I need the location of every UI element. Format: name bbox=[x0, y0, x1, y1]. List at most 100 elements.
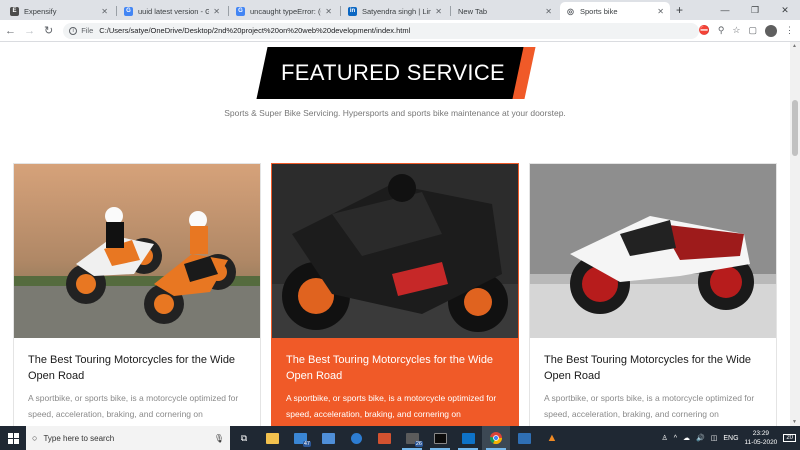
globe-favicon-icon: ◎ bbox=[566, 6, 575, 16]
browser-toolbar: ← → ↻ i File C:/Users/satye/OneDrive/Des… bbox=[0, 20, 800, 42]
back-arrow-icon[interactable]: ← bbox=[2, 25, 19, 37]
folder-icon bbox=[265, 432, 279, 444]
menu-kebab-icon[interactable]: ⋮ bbox=[785, 25, 794, 36]
service-card[interactable]: The Best Touring Motorcycles for the Wid… bbox=[13, 163, 261, 426]
tab-label: Sports bike bbox=[580, 6, 618, 16]
notification-count[interactable]: 20 bbox=[783, 434, 796, 442]
mail-button[interactable]: 47 bbox=[286, 426, 314, 450]
system-tray: ♙ ^ ☁ 🔊 ◫ ENG 23:29 11-05-2020 20 bbox=[661, 429, 800, 447]
mail-badge: 47 bbox=[302, 441, 311, 447]
close-tab-icon[interactable]: ✕ bbox=[657, 7, 664, 16]
vscode-button[interactable] bbox=[454, 426, 482, 450]
cloud-icon[interactable]: ☁ bbox=[683, 434, 690, 442]
featured-banner: FEATURED SERVICE bbox=[256, 47, 536, 99]
edge-button[interactable] bbox=[342, 426, 370, 450]
service-card-highlighted[interactable]: The Best Touring Motorcycles for the Wid… bbox=[271, 163, 519, 426]
files-badge: 26 bbox=[414, 441, 423, 447]
tab-sports-bike[interactable]: ◎ Sports bike ✕ bbox=[560, 2, 670, 20]
clock[interactable]: 23:29 11-05-2020 bbox=[745, 429, 778, 447]
ktm-bikes-image bbox=[14, 164, 260, 338]
windows-start-button[interactable] bbox=[0, 426, 26, 450]
volume-icon[interactable]: 🔊 bbox=[696, 434, 705, 442]
windows-taskbar: ○ Type here to search 🎙 ⧉ 47 26 ▲ ♙ ^ ☁ … bbox=[0, 426, 800, 450]
section-title: FEATURED SERVICE bbox=[280, 60, 506, 85]
card-description: A sportbike, or sports bike, is a motorc… bbox=[544, 393, 755, 419]
tab-divider bbox=[450, 6, 451, 16]
address-bar[interactable]: i File C:/Users/satye/OneDrive/Desktop/2… bbox=[63, 22, 699, 39]
store-button[interactable] bbox=[314, 426, 342, 450]
language-indicator[interactable]: ENG bbox=[723, 435, 738, 442]
microphone-icon[interactable]: 🎙 bbox=[214, 434, 224, 443]
forward-arrow-icon[interactable]: → bbox=[21, 25, 38, 37]
task-view-button[interactable]: ⧉ bbox=[230, 426, 258, 450]
page-scrollbar[interactable]: ▲ ▼ bbox=[790, 42, 800, 426]
new-tab-button[interactable]: + bbox=[676, 3, 683, 17]
url-text[interactable]: C:/Users/satye/OneDrive/Desktop/2nd%20pr… bbox=[99, 26, 410, 35]
profile-avatar[interactable] bbox=[765, 24, 777, 37]
expensify-favicon-icon: E bbox=[10, 6, 19, 16]
page-viewport: FEATURED SERVICE Sports & Super Bike Ser… bbox=[0, 42, 790, 426]
card-description: A sportbike, or sports bike, is a motorc… bbox=[286, 393, 497, 419]
vlc-cone-icon: ▲ bbox=[546, 432, 558, 444]
chrome-button[interactable] bbox=[482, 426, 510, 450]
tab-new-tab[interactable]: New Tab ✕ bbox=[452, 2, 558, 20]
card-description: A sportbike, or sports bike, is a motorc… bbox=[28, 393, 239, 419]
bookmark-star-icon[interactable]: ☆ bbox=[732, 25, 740, 36]
card-title[interactable]: The Best Touring Motorcycles for the Wid… bbox=[286, 352, 508, 384]
minimize-icon[interactable]: — bbox=[710, 0, 740, 20]
tab-uuid-search[interactable]: G uuid latest version - Go ✕ bbox=[118, 2, 226, 20]
card-title[interactable]: The Best Touring Motorcycles for the Wid… bbox=[544, 352, 766, 384]
yamaha-bike-image bbox=[530, 164, 776, 338]
blocked-content-icon[interactable]: ⛔ bbox=[699, 25, 710, 36]
tab-label: Satyendra singh | Linke bbox=[362, 6, 432, 16]
close-window-icon[interactable]: ✕ bbox=[770, 0, 800, 20]
powerpoint-button[interactable] bbox=[370, 426, 398, 450]
search-icon: ○ bbox=[32, 433, 38, 443]
close-tab-icon[interactable]: ✕ bbox=[101, 7, 108, 16]
scroll-up-arrow-icon[interactable]: ▲ bbox=[792, 43, 797, 49]
file-explorer-button[interactable] bbox=[258, 426, 286, 450]
tab-label: New Tab bbox=[458, 6, 488, 16]
tab-divider bbox=[340, 6, 341, 16]
service-card[interactable]: The Best Touring Motorcycles for the Wid… bbox=[529, 163, 777, 426]
tab-divider bbox=[116, 6, 117, 16]
task-view-icon: ⧉ bbox=[240, 432, 248, 443]
terminal-icon bbox=[433, 432, 447, 444]
maximize-icon[interactable]: ❐ bbox=[740, 0, 770, 20]
vlc-button[interactable]: ▲ bbox=[538, 426, 566, 450]
google-favicon-icon: G bbox=[124, 6, 133, 16]
close-tab-icon[interactable]: ✕ bbox=[325, 7, 332, 16]
close-tab-icon[interactable]: ✕ bbox=[435, 7, 442, 16]
info-icon[interactable]: i bbox=[69, 26, 78, 35]
terminal-button[interactable] bbox=[426, 426, 454, 450]
scheme-label: File bbox=[81, 26, 94, 35]
tab-expensify[interactable]: E Expensify ✕ bbox=[4, 2, 114, 20]
tab-label: uuid latest version - Go bbox=[138, 6, 210, 16]
tab-linkedin[interactable]: in Satyendra singh | Linke ✕ bbox=[342, 2, 448, 20]
scrollbar-thumb[interactable] bbox=[792, 100, 798, 156]
scroll-down-arrow-icon[interactable]: ▼ bbox=[792, 419, 797, 425]
reload-icon[interactable]: ↻ bbox=[40, 24, 57, 37]
window-controls: — ❐ ✕ bbox=[710, 0, 800, 20]
photos-icon bbox=[517, 432, 531, 444]
zoom-icon[interactable]: ⚲ bbox=[718, 25, 725, 36]
repsol-bike-image bbox=[272, 164, 518, 338]
people-icon[interactable]: ♙ bbox=[661, 434, 667, 442]
extension-icon[interactable]: ▢ bbox=[748, 25, 757, 36]
tab-label: Expensify bbox=[24, 6, 57, 16]
photos-button[interactable] bbox=[510, 426, 538, 450]
section-subtitle: Sports & Super Bike Servicing. Hyperspor… bbox=[224, 108, 566, 118]
vscode-icon bbox=[461, 432, 475, 444]
close-tab-icon[interactable]: ✕ bbox=[545, 7, 552, 16]
toolbar-icons: ⛔ ⚲ ☆ ▢ ⋮ bbox=[699, 24, 794, 37]
card-title[interactable]: The Best Touring Motorcycles for the Wid… bbox=[28, 352, 250, 384]
taskbar-search-box[interactable]: ○ Type here to search 🎙 bbox=[26, 426, 230, 450]
tab-typeerror-search[interactable]: G uncaught typeError: (0 ✕ bbox=[230, 2, 338, 20]
tab-label: uncaught typeError: (0 bbox=[250, 6, 322, 16]
files-app-button[interactable]: 26 bbox=[398, 426, 426, 450]
linkedin-favicon-icon: in bbox=[348, 6, 357, 16]
network-icon[interactable]: ◫ bbox=[711, 434, 718, 442]
show-hidden-icons-chevron-icon[interactable]: ^ bbox=[674, 435, 677, 442]
edge-icon bbox=[350, 432, 362, 444]
close-tab-icon[interactable]: ✕ bbox=[213, 7, 220, 16]
